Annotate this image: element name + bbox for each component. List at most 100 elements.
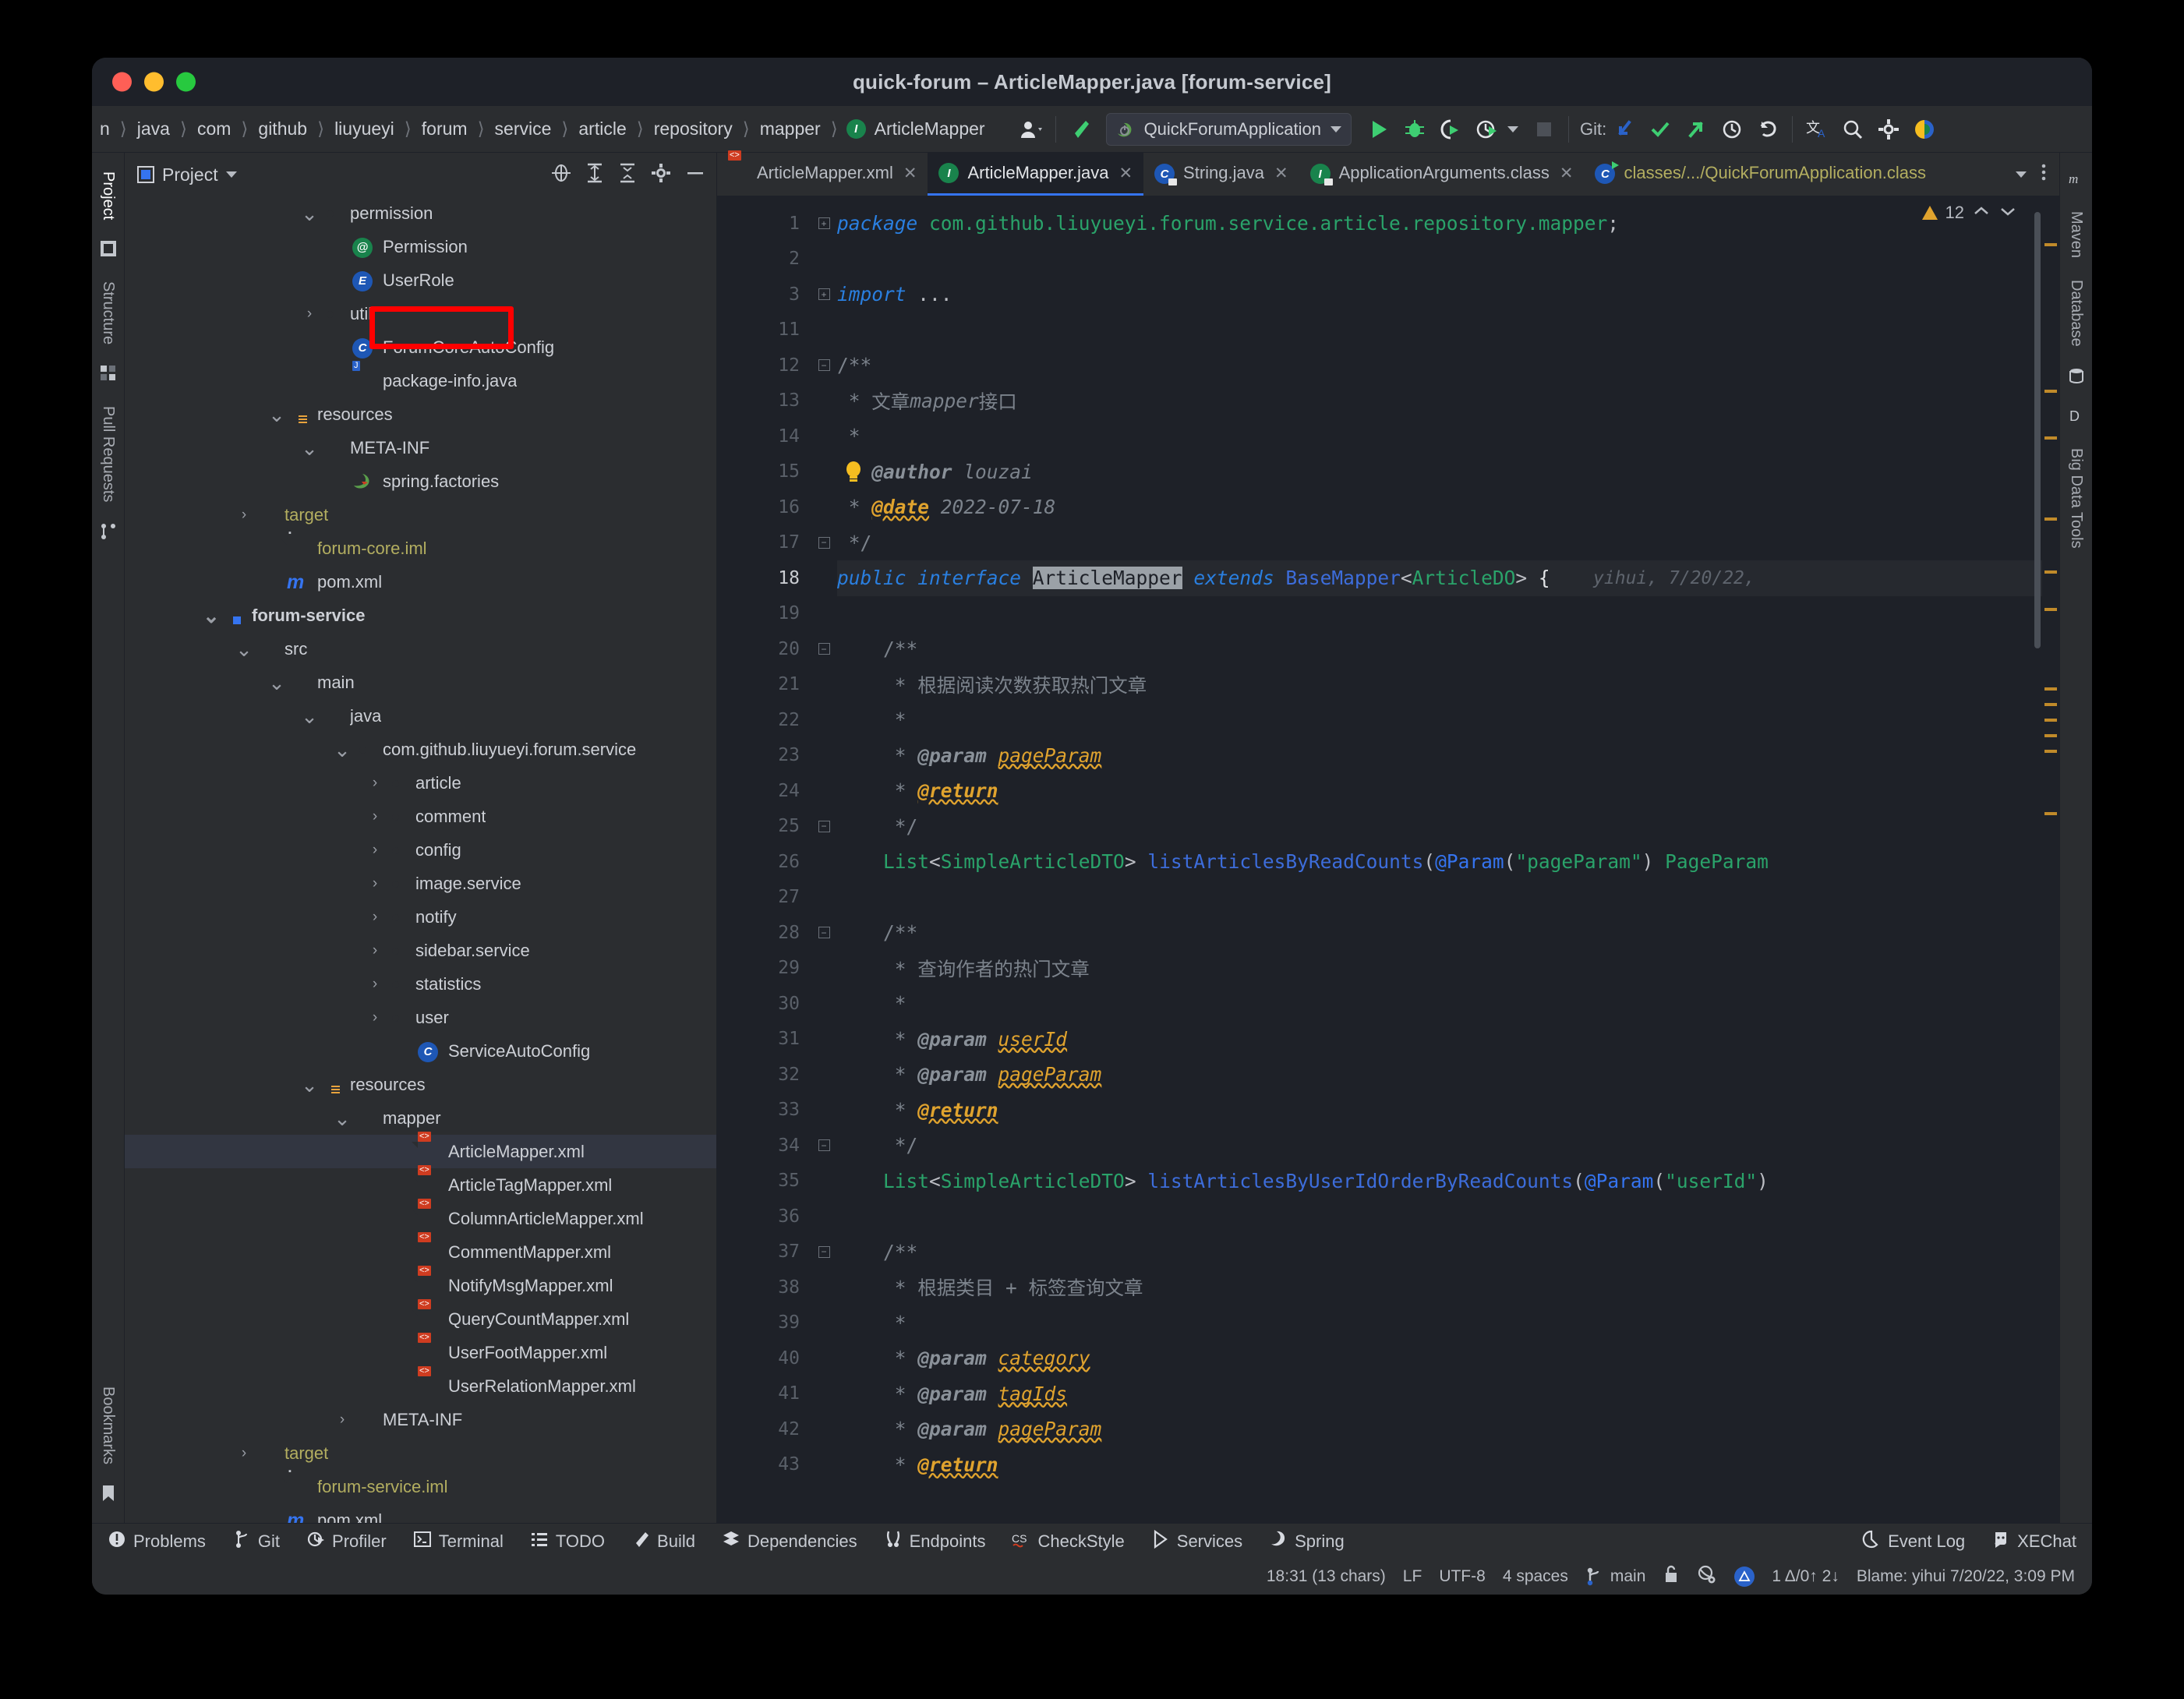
tool-window-build[interactable]: Build [631, 1530, 695, 1553]
tool-window-services[interactable]: Services [1151, 1529, 1242, 1553]
translate-icon[interactable]: 文A [1804, 113, 1830, 146]
tree-node-forumcoreautoconfig[interactable]: C ForumCoreAutoConfig [125, 330, 716, 364]
tree-node-forum-service-iml[interactable]: ▪ forum-service.iml [125, 1466, 716, 1503]
debug-icon[interactable] [1401, 113, 1428, 146]
breadcrumb-item-8[interactable]: repository [652, 118, 734, 140]
tree-node-package-info-java[interactable]: Jpackage-info.java [125, 360, 716, 397]
editor-tab-articlemapper-java[interactable]: I ArticleMapper.java ✕ [928, 153, 1144, 196]
tree-node-forum-service[interactable]: ⌄ forum-service [125, 599, 716, 632]
line-number-26[interactable]: 26→ [717, 844, 834, 880]
commit-icon[interactable] [1647, 113, 1673, 146]
line-number-19[interactable]: 19 [717, 596, 811, 632]
fold-marker-17[interactable]: − [811, 525, 837, 561]
tree-node-article[interactable]: › article [125, 766, 716, 800]
code-line-22[interactable]: * [837, 702, 2059, 738]
line-number-17[interactable]: 17 [717, 525, 811, 561]
line-number-21[interactable]: 21 [717, 667, 811, 703]
sidebar-item-bookmarks[interactable]: Bookmarks [99, 1376, 117, 1475]
line-number-24[interactable]: 24 [717, 773, 811, 809]
tree-node-pom-xml[interactable]: m pom.xml [125, 565, 716, 599]
line-number-22[interactable]: 22 [717, 702, 811, 738]
settings-gear-icon[interactable] [1875, 113, 1902, 146]
code-line-27[interactable] [837, 880, 2059, 916]
code-line-35[interactable]: List < SimpleArticleDTO > listArticlesByUse… [837, 1164, 2059, 1199]
line-number-30[interactable]: 30 [717, 986, 811, 1022]
git-branch-widget[interactable]: main [1585, 1567, 1645, 1587]
tool-window-todo[interactable]: TODO [530, 1530, 605, 1553]
inspections-icon[interactable] [1697, 1564, 1717, 1589]
run-with-coverage-icon[interactable] [1437, 113, 1464, 146]
sidebar-item-database[interactable]: Database [2067, 269, 2085, 358]
breadcrumb-item-5[interactable]: forum [420, 118, 469, 140]
tree-node-userrelationmapper-xml[interactable]: <> UserRelationMapper.xml [125, 1365, 716, 1403]
tool-window-git[interactable]: Git [232, 1530, 280, 1553]
run-configuration-selector[interactable]: QuickForumApplication [1105, 112, 1352, 146]
line-number-2[interactable]: 2 [717, 242, 811, 277]
tree-expander-icon[interactable]: ⌄ [234, 639, 254, 659]
indent-setting[interactable]: 4 spaces [1503, 1567, 1568, 1586]
tree-node-resources[interactable]: ⌄ resources [125, 1068, 716, 1101]
breadcrumb-item-3[interactable]: github [256, 118, 309, 140]
code-line-14[interactable]: * [837, 419, 2059, 454]
tree-node-permission[interactable]: ⌄ permission [125, 196, 716, 230]
code-line-1[interactable]: package com.github.liuyueyi.forum.servic… [837, 206, 2059, 242]
code-line-33[interactable]: * @return [837, 1093, 2059, 1129]
settings-gear-icon[interactable] [651, 163, 671, 187]
fold-marker-34[interactable]: − [811, 1128, 837, 1164]
collapse-fold-end-icon[interactable]: − [818, 1139, 830, 1152]
code-line-18[interactable]: public interface ArticleMapper extends B… [837, 560, 2059, 596]
tree-node-serviceautoconfig[interactable]: C ServiceAutoConfig [125, 1034, 716, 1068]
hide-panel-icon[interactable] [685, 163, 705, 187]
sidebar-item-pull-requests[interactable]: Pull Requests [99, 395, 117, 513]
stop-icon[interactable] [1531, 113, 1557, 146]
tree-node-sidebar-service[interactable]: › sidebar.service [125, 934, 716, 967]
rollback-icon[interactable] [1755, 113, 1781, 146]
line-separator[interactable]: LF [1403, 1567, 1422, 1586]
tree-expander-icon[interactable]: ⌄ [201, 606, 221, 626]
profile-icon[interactable] [1018, 113, 1044, 146]
line-number-38[interactable]: 38 [717, 1270, 811, 1305]
tree-expander-icon[interactable]: ⌄ [299, 203, 320, 224]
tree-node-userrole[interactable]: E UserRole [125, 263, 716, 297]
code-line-43[interactable]: * @return [837, 1447, 2059, 1483]
tool-window-dependencies[interactable]: Dependencies [722, 1530, 857, 1553]
code-line-21[interactable]: * 根据阅读次数获取热门文章 [837, 667, 2059, 703]
tree-node-resources[interactable]: ⌄ resources [125, 397, 716, 431]
code-line-31[interactable]: * @param userId [837, 1022, 2059, 1058]
tree-node-userfootmapper-xml[interactable]: <> UserFootMapper.xml [125, 1332, 716, 1369]
tool-window-terminal[interactable]: Terminal [413, 1530, 504, 1553]
chevron-down-icon[interactable] [2016, 171, 2027, 178]
line-number-32[interactable]: 32 [717, 1057, 811, 1093]
tree-expander-icon[interactable]: › [365, 875, 385, 892]
close-button[interactable] [112, 72, 132, 92]
project-tree[interactable]: ⌄ permission @ Permission E UserRole › util C For… [125, 196, 716, 1523]
tree-node-meta-inf[interactable]: ⌄ META-INF [125, 431, 716, 464]
history-icon[interactable] [1719, 113, 1745, 146]
code-line-34[interactable]: */ [837, 1128, 2059, 1164]
line-number-18[interactable]: 18→ [717, 560, 834, 596]
tool-window-checkstyle[interactable]: CS CheckStyle [1012, 1530, 1124, 1553]
tree-node-notifymsgmapper-xml[interactable]: <> NotifyMsgMapper.xml [125, 1265, 716, 1302]
collapse-fold-end-icon[interactable]: − [818, 820, 830, 832]
code-line-19[interactable] [837, 596, 2059, 632]
tree-expander-icon[interactable]: ⌄ [299, 706, 320, 726]
fold-marker-37[interactable]: − [811, 1235, 837, 1270]
tree-expander-icon[interactable]: › [365, 775, 385, 792]
code-line-28[interactable]: /** [837, 915, 2059, 951]
tool-window-problems[interactable]: Problems [108, 1530, 206, 1553]
tree-expander-icon[interactable]: › [299, 306, 320, 323]
tree-node-user[interactable]: › user [125, 1001, 716, 1034]
fold-marker-1[interactable]: + [811, 206, 837, 242]
tree-node-src[interactable]: ⌄ src [125, 632, 716, 666]
source-code[interactable]: package com.github.liuyueyi.forum.servic… [837, 196, 2059, 1523]
fold-marker-12[interactable]: − [811, 348, 837, 383]
line-number-43[interactable]: 43 [717, 1447, 811, 1483]
fold-marker-3[interactable]: + [811, 277, 837, 313]
tree-node-forum-core-iml[interactable]: ▪ forum-core.iml [125, 528, 716, 565]
tree-node-permission[interactable]: @ Permission [125, 230, 716, 263]
locate-file-icon[interactable] [551, 163, 571, 187]
tree-expander-icon[interactable]: › [365, 942, 385, 959]
file-encoding[interactable]: UTF-8 [1439, 1567, 1486, 1586]
minimize-button[interactable] [144, 72, 164, 92]
push-icon[interactable] [1683, 113, 1709, 146]
